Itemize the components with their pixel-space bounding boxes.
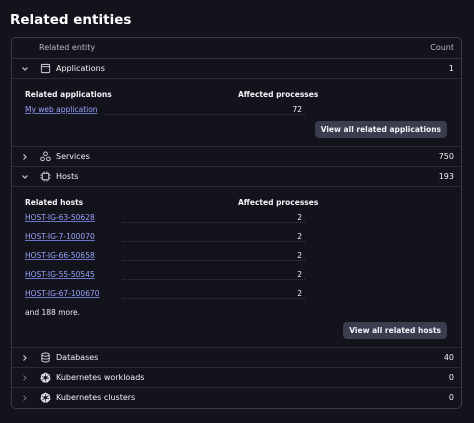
column-header-count: Count <box>430 43 454 52</box>
view-all-related-applications-button[interactable]: View all related applications <box>314 121 447 138</box>
row-label: Databases <box>56 353 99 362</box>
divider <box>122 241 305 242</box>
row-count: 750 <box>438 152 454 161</box>
row-label: Hosts <box>56 172 79 181</box>
host-processes-value: 2 <box>297 213 302 222</box>
application-link[interactable]: My web application <box>25 105 98 114</box>
row-label: Kubernetes clusters <box>56 393 136 402</box>
host-icon <box>40 171 51 182</box>
related-hosts-header: Related hosts <box>25 198 84 207</box>
related-entities-page: Related entities Related entity Count Ap… <box>0 0 474 423</box>
row-applications[interactable]: Applications 1 <box>12 59 461 79</box>
database-icon <box>41 352 50 363</box>
host-link[interactable]: HOST-IG-67-100670 <box>25 289 100 298</box>
row-label: Applications <box>56 64 105 73</box>
chevron-right-icon[interactable] <box>20 353 30 363</box>
page-title: Related entities <box>10 12 132 28</box>
row-label: Kubernetes workloads <box>56 373 145 382</box>
related-applications-header: Related applications <box>25 90 112 99</box>
row-count: 0 <box>448 373 454 382</box>
chevron-right-icon[interactable] <box>20 393 30 403</box>
chevron-down-icon[interactable] <box>20 64 30 74</box>
divider <box>122 279 305 280</box>
row-services[interactable]: Services 750 <box>12 147 461 167</box>
column-header-related-entity: Related entity <box>39 43 96 52</box>
host-link[interactable]: HOST-IG-7-100070 <box>25 232 95 241</box>
host-link[interactable]: HOST-IG-63-50628 <box>25 213 95 222</box>
chevron-right-icon[interactable] <box>20 373 30 383</box>
row-kubernetes-clusters[interactable]: Kubernetes clusters 0 <box>12 388 461 408</box>
host-processes-value: 2 <box>297 270 302 279</box>
row-label: Services <box>56 152 90 161</box>
application-processes-value: 72 <box>292 105 302 114</box>
host-link[interactable]: HOST-IG-66-50658 <box>25 251 95 260</box>
host-processes-value: 2 <box>297 251 302 260</box>
table-header: Related entity Count <box>12 38 461 59</box>
chevron-right-icon[interactable] <box>20 152 30 162</box>
chevron-down-icon[interactable] <box>20 172 30 182</box>
kubernetes-icon <box>40 392 51 403</box>
kubernetes-icon <box>40 372 51 383</box>
row-hosts[interactable]: Hosts 193 <box>12 167 461 187</box>
host-processes-value: 2 <box>297 232 302 241</box>
host-processes-value: 2 <box>297 289 302 298</box>
host-link[interactable]: HOST-IG-55-50545 <box>25 270 95 279</box>
services-icon <box>40 151 51 162</box>
divider <box>105 114 305 115</box>
hosts-detail: Related hosts Affected processes HOST-IG… <box>12 187 461 348</box>
divider <box>122 260 305 261</box>
row-count: 40 <box>443 353 454 362</box>
view-all-related-hosts-button[interactable]: View all related hosts <box>343 322 447 339</box>
affected-processes-header: Affected processes <box>238 198 319 207</box>
row-count: 1 <box>448 64 454 73</box>
affected-processes-header: Affected processes <box>238 90 319 99</box>
row-count: 193 <box>438 172 454 181</box>
applications-detail: Related applications Affected processes … <box>12 79 461 147</box>
row-kubernetes-workloads[interactable]: Kubernetes workloads 0 <box>12 368 461 388</box>
application-window-icon <box>40 63 51 74</box>
row-databases[interactable]: Databases 40 <box>12 348 461 368</box>
row-count: 0 <box>448 393 454 402</box>
divider <box>122 222 305 223</box>
divider <box>122 298 305 299</box>
related-entities-table: Related entity Count Applications 1 Rela… <box>11 37 462 409</box>
more-hosts-text: and 188 more. <box>25 308 81 317</box>
